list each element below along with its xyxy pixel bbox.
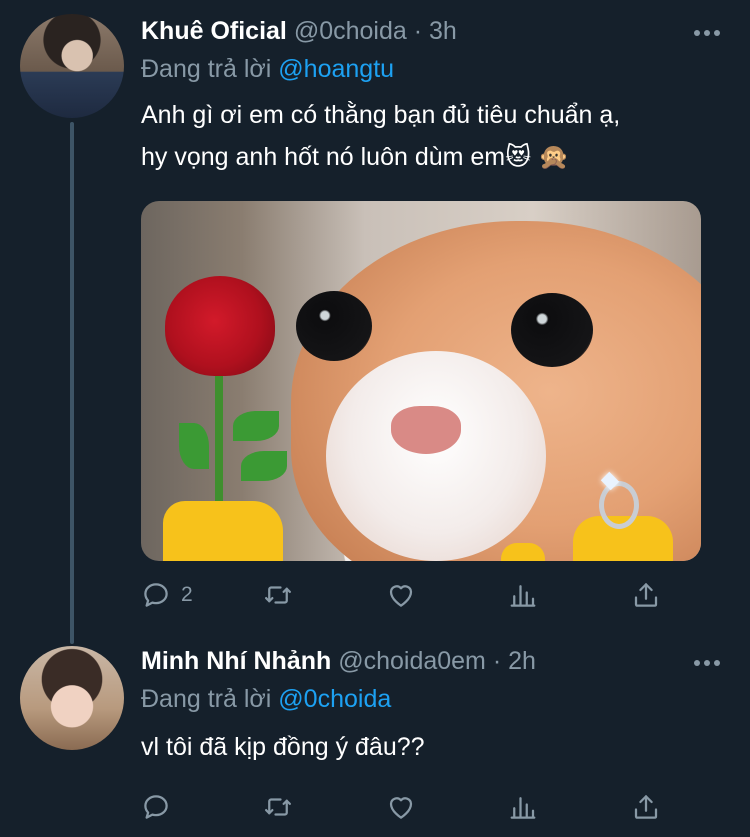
mention-link[interactable]: @0choida (278, 685, 391, 713)
timestamp[interactable]: 2h (508, 647, 536, 675)
thread-connector-line (70, 122, 74, 644)
avatar[interactable] (20, 646, 124, 750)
separator-dot: · (413, 17, 423, 45)
cat-eye-left (296, 291, 372, 361)
replying-label: Đang trả lời (141, 55, 272, 83)
tweet-header: Minh Nhí Nhảnh @choida0em · 2h (141, 647, 536, 676)
ring (599, 481, 639, 529)
share-icon (634, 795, 658, 819)
rose-flower (165, 276, 275, 376)
retweet-icon (265, 586, 291, 604)
emoji-hand-right-small (501, 543, 545, 561)
tweet-image[interactable] (141, 201, 701, 561)
retweet-button[interactable] (263, 575, 293, 615)
stats-button[interactable] (508, 787, 538, 827)
tweet-actions (141, 787, 681, 827)
share-button[interactable] (631, 575, 661, 615)
share-icon (634, 583, 658, 607)
replying-label: Đang trả lời (141, 685, 272, 713)
more-icon[interactable] (694, 30, 720, 38)
cat-muzzle-shape (326, 351, 546, 561)
like-button[interactable] (386, 787, 416, 827)
like-button[interactable] (386, 575, 416, 615)
display-name[interactable]: Khuê Oficial (141, 17, 287, 45)
replying-to: Đang trả lời @hoangtu (141, 55, 394, 84)
user-handle[interactable]: @0choida (294, 17, 407, 45)
display-name[interactable]: Minh Nhí Nhảnh (141, 647, 331, 675)
separator-dot: · (492, 647, 502, 675)
tweet-text-line: Anh gì ơi em có thằng bạn đủ tiêu chuẩn … (141, 101, 621, 129)
share-button[interactable] (631, 787, 661, 827)
reply-icon (144, 795, 168, 819)
reply-icon (144, 583, 168, 607)
emoji-hand-left (163, 501, 283, 561)
mention-link[interactable]: @hoangtu (278, 55, 394, 83)
rose-stem (215, 371, 223, 511)
reply-count: 2 (181, 583, 193, 606)
stats-icon (510, 797, 536, 819)
rose-leaf (233, 411, 279, 441)
tweet[interactable]: Minh Nhí Nhảnh @choida0em · 2h Đang trả … (0, 640, 750, 837)
reply-button[interactable] (141, 787, 171, 827)
reply-button[interactable]: 2 (141, 575, 193, 615)
retweet-button[interactable] (263, 787, 293, 827)
tweet-header: Khuê Oficial @0choida · 3h (141, 17, 457, 46)
tweet-actions: 2 (141, 575, 681, 615)
retweet-icon (265, 798, 291, 816)
tweet-text: vl tôi đã kịp đồng ý đâu?? (141, 726, 731, 768)
avatar[interactable] (20, 14, 124, 118)
user-handle[interactable]: @choida0em (338, 647, 486, 675)
stats-button[interactable] (508, 575, 538, 615)
more-icon[interactable] (694, 660, 720, 668)
tweet-text-line: vl tôi đã kịp đồng ý đâu?? (141, 733, 425, 761)
cat-eye-right (511, 293, 593, 367)
tweet-text: Anh gì ơi em có thằng bạn đủ tiêu chuẩn … (141, 94, 731, 178)
like-icon (389, 585, 413, 607)
tweet[interactable]: Khuê Oficial @0choida · 3h Đang trả lời … (0, 0, 750, 644)
stats-icon (510, 585, 536, 607)
replying-to: Đang trả lời @0choida (141, 685, 391, 714)
like-icon (389, 797, 413, 819)
timestamp[interactable]: 3h (429, 17, 457, 45)
rose-leaf (241, 451, 287, 481)
cat-nose (391, 406, 461, 454)
tweet-text-line: hy vọng anh hốt nó luôn dùm em😻 🙊 (141, 143, 570, 171)
rose-leaf (179, 423, 209, 469)
